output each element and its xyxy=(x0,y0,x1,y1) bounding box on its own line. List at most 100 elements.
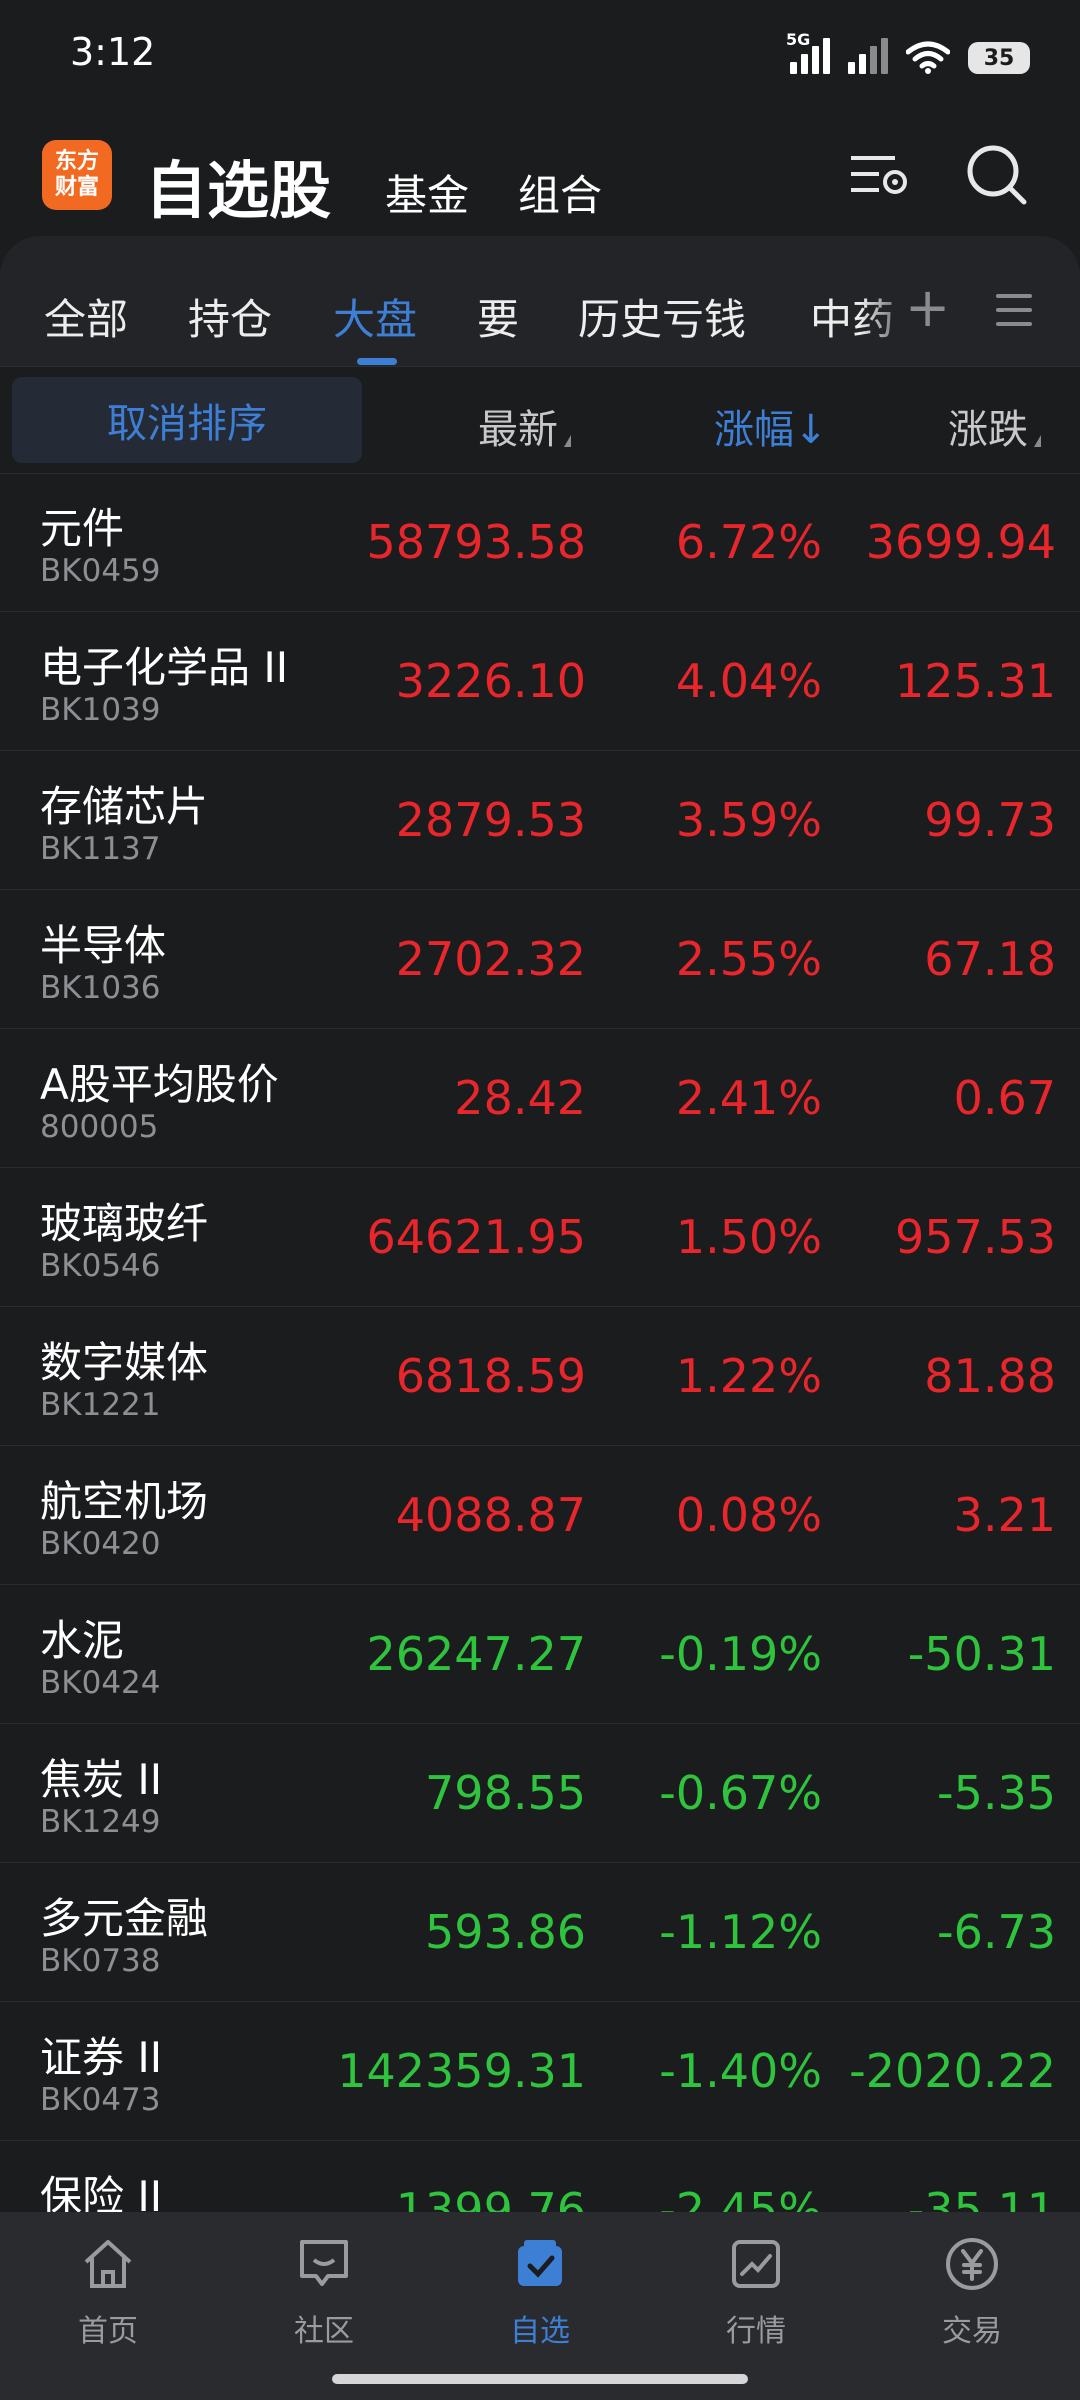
stock-code: BK0473 xyxy=(40,2082,161,2118)
header-tab-portfolio[interactable]: 组合 xyxy=(518,162,602,223)
cancel-sort-button[interactable]: 取消排序 xyxy=(12,377,362,463)
wifi-icon xyxy=(906,41,950,74)
nav-watchlist[interactable]: 自选 xyxy=(475,2234,605,2350)
tab-important[interactable]: 要 xyxy=(477,286,519,347)
change-amount: -50.31 xyxy=(907,1627,1056,1681)
stock-code: BK0738 xyxy=(40,1943,161,1979)
tab-history-loss[interactable]: 历史亏钱 xyxy=(578,286,746,347)
latest-price: 142359.31 xyxy=(337,2044,586,2098)
stock-name: 焦炭 II xyxy=(40,1755,163,1804)
stock-code: BK1036 xyxy=(40,970,161,1006)
change-amount: 125.31 xyxy=(895,654,1056,708)
change-amount: 957.53 xyxy=(895,1210,1056,1264)
tab-market[interactable]: 大盘 xyxy=(333,286,417,347)
home-indicator[interactable] xyxy=(332,2374,748,2384)
nav-label: 交易 xyxy=(942,2314,1002,2349)
stock-name: 玻璃玻纤 xyxy=(40,1199,209,1248)
change-amount: 99.73 xyxy=(924,793,1056,847)
change-amount: -2020.22 xyxy=(849,2044,1056,2098)
stock-row[interactable]: 存储芯片 BK1137 2879.53 3.59% 99.73 xyxy=(0,751,1080,890)
stock-code: BK1137 xyxy=(40,831,161,867)
change-percent: 4.04% xyxy=(675,654,822,708)
change-amount: 0.67 xyxy=(953,1071,1056,1125)
stock-name: 存储芯片 xyxy=(40,782,209,831)
stock-code: BK0424 xyxy=(40,1665,161,1701)
stock-name: 证券 II xyxy=(40,2033,163,2082)
latest-price: 26247.27 xyxy=(366,1627,587,1681)
bottom-navigation: 首页 社区 自选 行情 交易 xyxy=(0,2212,1080,2400)
nav-label: 首页 xyxy=(78,2314,138,2349)
active-tab-indicator xyxy=(357,358,397,365)
stock-row[interactable]: 数字媒体 BK1221 6818.59 1.22% 81.88 xyxy=(0,1307,1080,1446)
nav-label: 自选 xyxy=(510,2314,570,2349)
nav-community[interactable]: 社区 xyxy=(259,2234,389,2350)
column-latest[interactable]: 最新 xyxy=(478,397,571,455)
sort-indicator-icon xyxy=(1034,435,1041,447)
logo-text-2: 财富 xyxy=(54,175,99,200)
stock-row[interactable]: 元件 BK0459 58793.58 6.72% 3699.94 xyxy=(0,473,1080,612)
change-amount: -6.73 xyxy=(936,1905,1056,1959)
latest-price: 593.86 xyxy=(425,1905,586,1959)
stock-name: 电子化学品 II xyxy=(40,643,289,692)
cellular-signal-icon: 5G xyxy=(786,30,830,74)
change-percent: 6.72% xyxy=(675,515,822,569)
column-latest-label: 最新 xyxy=(478,407,558,453)
change-amount: 3699.94 xyxy=(865,515,1056,569)
stock-name: 多元金融 xyxy=(40,1894,209,1943)
stock-code: BK1249 xyxy=(40,1804,161,1840)
watchlist-icon xyxy=(518,2240,562,2286)
watchlist-tab-bar: 全部 持仓 大盘 要 历史亏钱 中药 + xyxy=(0,236,1080,366)
cellular-signal-2-icon xyxy=(848,38,888,74)
latest-price: 798.55 xyxy=(425,1766,586,1820)
column-change-pct[interactable]: 涨幅↓ xyxy=(714,397,828,455)
column-change[interactable]: 涨跌 xyxy=(948,397,1041,455)
stock-name: 半导体 xyxy=(40,921,167,970)
change-percent: -0.19% xyxy=(659,1627,822,1681)
stock-row[interactable]: A股平均股价 800005 28.42 2.41% 0.67 xyxy=(0,1029,1080,1168)
app-header: 东方 财富 自选股 基金 组合 xyxy=(0,110,1080,240)
change-percent: 3.59% xyxy=(675,793,822,847)
column-header: 取消排序 最新 涨幅↓ 涨跌 xyxy=(0,366,1080,474)
status-icons: 5G 35 xyxy=(786,30,1030,74)
nav-home[interactable]: 首页 xyxy=(43,2234,173,2350)
nav-trade[interactable]: 交易 xyxy=(907,2234,1037,2350)
stock-row[interactable]: 焦炭 II BK1249 798.55 -0.67% -5.35 xyxy=(0,1724,1080,1863)
stock-row[interactable]: 水泥 BK0424 26247.27 -0.19% -50.31 xyxy=(0,1585,1080,1724)
column-change-label: 涨跌 xyxy=(948,407,1028,453)
stock-code: BK0459 xyxy=(40,553,161,589)
tab-menu-icon[interactable] xyxy=(996,294,1032,336)
stock-row[interactable]: 电子化学品 II BK1039 3226.10 4.04% 125.31 xyxy=(0,612,1080,751)
change-percent: 2.41% xyxy=(675,1071,822,1125)
stock-code: 800005 xyxy=(40,1109,159,1145)
tab-all[interactable]: 全部 xyxy=(44,286,128,347)
app-logo[interactable]: 东方 财富 xyxy=(42,140,112,210)
change-percent: -1.12% xyxy=(659,1905,822,1959)
stock-row[interactable]: 半导体 BK1036 2702.32 2.55% 67.18 xyxy=(0,890,1080,1029)
status-time: 3:12 xyxy=(70,30,156,74)
battery-icon: 35 xyxy=(968,42,1030,74)
latest-price: 3226.10 xyxy=(395,654,586,708)
sort-indicator-icon xyxy=(564,435,571,447)
change-percent: -1.40% xyxy=(659,2044,822,2098)
latest-price: 58793.58 xyxy=(366,515,587,569)
latest-price: 2702.32 xyxy=(395,932,586,986)
nav-market[interactable]: 行情 xyxy=(691,2234,821,2350)
market-chart-icon xyxy=(732,2240,780,2288)
stock-row[interactable]: 多元金融 BK0738 593.86 -1.12% -6.73 xyxy=(0,1863,1080,2002)
page-title[interactable]: 自选股 xyxy=(145,140,331,230)
change-percent: -0.67% xyxy=(659,1766,822,1820)
change-amount: 67.18 xyxy=(924,932,1056,986)
add-tab-icon[interactable]: + xyxy=(905,276,950,339)
header-tab-funds[interactable]: 基金 xyxy=(385,162,469,223)
latest-price: 2879.53 xyxy=(395,793,586,847)
change-percent: 1.22% xyxy=(675,1349,822,1403)
change-amount: 3.21 xyxy=(953,1488,1056,1542)
stock-row[interactable]: 证券 II BK0473 142359.31 -1.40% -2020.22 xyxy=(0,2002,1080,2141)
search-icon[interactable] xyxy=(962,140,1032,210)
stock-row[interactable]: 玻璃玻纤 BK0546 64621.95 1.50% 957.53 xyxy=(0,1168,1080,1307)
stock-code: BK1039 xyxy=(40,692,161,728)
tab-holdings[interactable]: 持仓 xyxy=(188,286,272,347)
stock-row[interactable]: 航空机场 BK0420 4088.87 0.08% 3.21 xyxy=(0,1446,1080,1585)
stock-code: BK1221 xyxy=(40,1387,161,1423)
settings-icon[interactable] xyxy=(845,140,915,210)
